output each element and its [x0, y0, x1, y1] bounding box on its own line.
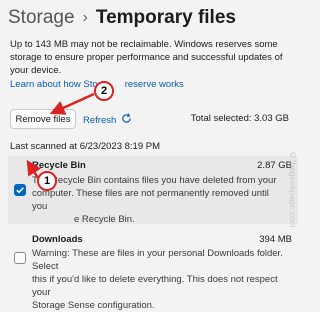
last-scanned-text: Last scanned at 6/23/2023 8:19 PM	[10, 141, 160, 152]
page-title: Temporary files	[95, 7, 236, 28]
checkmark-icon	[16, 187, 24, 194]
desc-line: computer. These files are not permanentl…	[32, 188, 269, 212]
page-header: Storage › Temporary files	[0, 0, 300, 36]
list-item-recycle-bin[interactable]: Recycle Bin 2.87 GB The Recycle Bin cont…	[8, 156, 298, 226]
remove-files-button[interactable]: Remove files	[10, 109, 76, 129]
recycle-bin-checkbox[interactable]	[14, 184, 26, 196]
desc-line: e Recycle Bin.	[74, 214, 135, 225]
breadcrumb-storage[interactable]: Storage	[8, 7, 75, 29]
desc-line: The Recycle Bin contains files you have …	[32, 175, 277, 186]
actions-row: Remove files Refresh Total selected: 3.0…	[10, 108, 295, 132]
refresh-button[interactable]: Refresh	[83, 113, 132, 127]
learn-link-text-end: reserve works	[124, 79, 184, 90]
watermark: ©thegeekpage.com	[288, 150, 298, 228]
desc-line: this if you'd like to delete everything.…	[32, 274, 278, 298]
refresh-icon	[121, 113, 132, 127]
total-selected: Total selected: 3.03 GB	[190, 113, 289, 124]
item-name: Downloads	[32, 234, 83, 245]
list-item-downloads[interactable]: Downloads 394 MB Warning: These are file…	[8, 230, 298, 311]
downloads-checkbox[interactable]	[14, 252, 26, 264]
reclaimable-info-text: Up to 143 MB may not be reclaimable. Win…	[10, 39, 283, 76]
breadcrumb-separator: ›	[82, 9, 88, 26]
step-callout-1: 1	[37, 171, 57, 191]
learn-link-text: Learn about how Sto	[10, 79, 98, 90]
desc-line: Storage Sense configuration.	[32, 300, 155, 311]
refresh-label: Refresh	[83, 114, 117, 126]
item-description: The Recycle Bin contains files you have …	[32, 174, 284, 226]
item-description: Warning: These are files in your persona…	[32, 247, 284, 312]
item-name: Recycle Bin	[32, 160, 86, 171]
desc-line: Warning: These are files in your persona…	[32, 248, 283, 272]
step-callout-2: 2	[94, 81, 114, 101]
